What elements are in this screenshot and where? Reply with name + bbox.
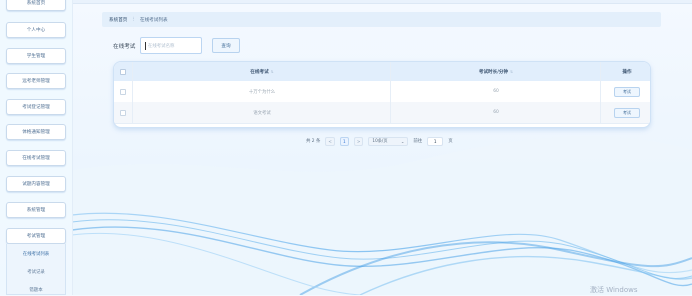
search-label: 在线考试	[113, 44, 136, 50]
background-wave-graphic	[0, 0, 692, 295]
text-cursor	[145, 41, 146, 50]
table-row: 语文考试 60 考试	[114, 102, 650, 124]
sidebar: 系统首页 个人中心 学生管理 远考老师管理 考试登记管理 体格通知管理 在线考试…	[0, 0, 73, 295]
sidebar-item-question-content[interactable]: 试题内容管理	[6, 176, 66, 192]
pagination: 共 2 条 < 1 > 10条/页 ⌄ 前往 1 页	[306, 136, 453, 146]
page-number-button[interactable]: 1	[339, 136, 349, 146]
table-header: 在线考试 ⇅ 考试时长/分钟 ⇅ 操作	[114, 62, 650, 82]
column-header-exam[interactable]: 在线考试 ⇅	[132, 62, 391, 81]
pagination-total: 共 2 条	[306, 139, 321, 144]
breadcrumb-separator: ⋮	[131, 17, 136, 22]
exam-duration: 60	[493, 110, 499, 115]
sidebar-item-online-exam[interactable]: 在线考试管理	[6, 150, 66, 166]
sidebar-subitem-exam-list[interactable]: 在线考试列表	[8, 247, 64, 260]
sidebar-item-profile[interactable]: 个人中心	[6, 22, 66, 38]
take-exam-button[interactable]: 考试	[614, 107, 640, 118]
breadcrumb-home[interactable]: 系统首页	[109, 17, 127, 23]
prev-page-button[interactable]: <	[325, 136, 335, 146]
row-checkbox[interactable]	[120, 88, 126, 95]
table-row: 十万个为什么 60 考试	[114, 81, 650, 103]
goto-suffix: 页	[448, 139, 453, 144]
page-size-select[interactable]: 10条/页 ⌄	[368, 136, 409, 146]
breadcrumb: 系统首页 ⋮ 在线考试列表	[102, 12, 661, 27]
top-bar	[72, 0, 692, 4]
column-header-duration[interactable]: 考试时长/分钟 ⇅	[390, 62, 601, 81]
sort-icon[interactable]: ⇅	[510, 70, 513, 74]
column-header-actions: 操作	[600, 62, 650, 81]
exam-table: 在线考试 ⇅ 考试时长/分钟 ⇅ 操作 十万个为什么 60 考试 语文考试 60 考…	[113, 61, 651, 128]
sidebar-item-exam-management[interactable]: 考试管理	[6, 228, 66, 244]
select-all-checkbox[interactable]	[120, 68, 126, 75]
header-checkbox-cell	[114, 62, 132, 81]
sidebar-item-system[interactable]: 系统管理	[6, 202, 66, 218]
goto-prefix: 前往	[413, 139, 423, 144]
search-placeholder: 在线考试名称	[148, 43, 175, 49]
exam-name: 十万个为什么	[248, 89, 276, 95]
sidebar-subitem-exam-records[interactable]: 考试记录	[8, 265, 64, 278]
take-exam-button[interactable]: 考试	[614, 86, 640, 97]
goto-page-input[interactable]: 1	[427, 136, 444, 146]
exam-duration: 60	[493, 89, 499, 94]
breadcrumb-current: 在线考试列表	[139, 17, 168, 23]
query-button[interactable]: 查询	[212, 38, 240, 53]
sort-icon[interactable]: ⇅	[271, 70, 274, 74]
activate-windows-watermark: 激活 Windows	[590, 286, 638, 294]
next-page-button[interactable]: >	[353, 136, 364, 146]
sidebar-item-exam-registration[interactable]: 考试登记管理	[6, 99, 66, 115]
search-input[interactable]: 在线考试名称	[140, 37, 202, 54]
sidebar-item-notices[interactable]: 体格通知管理	[6, 124, 66, 140]
sidebar-subitem-wrong-questions[interactable]: 错题本	[8, 283, 64, 296]
sidebar-item-teachers[interactable]: 远考老师管理	[6, 73, 66, 89]
exam-name: 语文考试	[253, 110, 271, 116]
sidebar-item-home[interactable]: 系统首页	[6, 0, 66, 11]
chevron-down-icon: ⌄	[400, 138, 405, 144]
sidebar-item-students[interactable]: 学生管理	[6, 48, 66, 64]
row-checkbox[interactable]	[120, 109, 126, 116]
